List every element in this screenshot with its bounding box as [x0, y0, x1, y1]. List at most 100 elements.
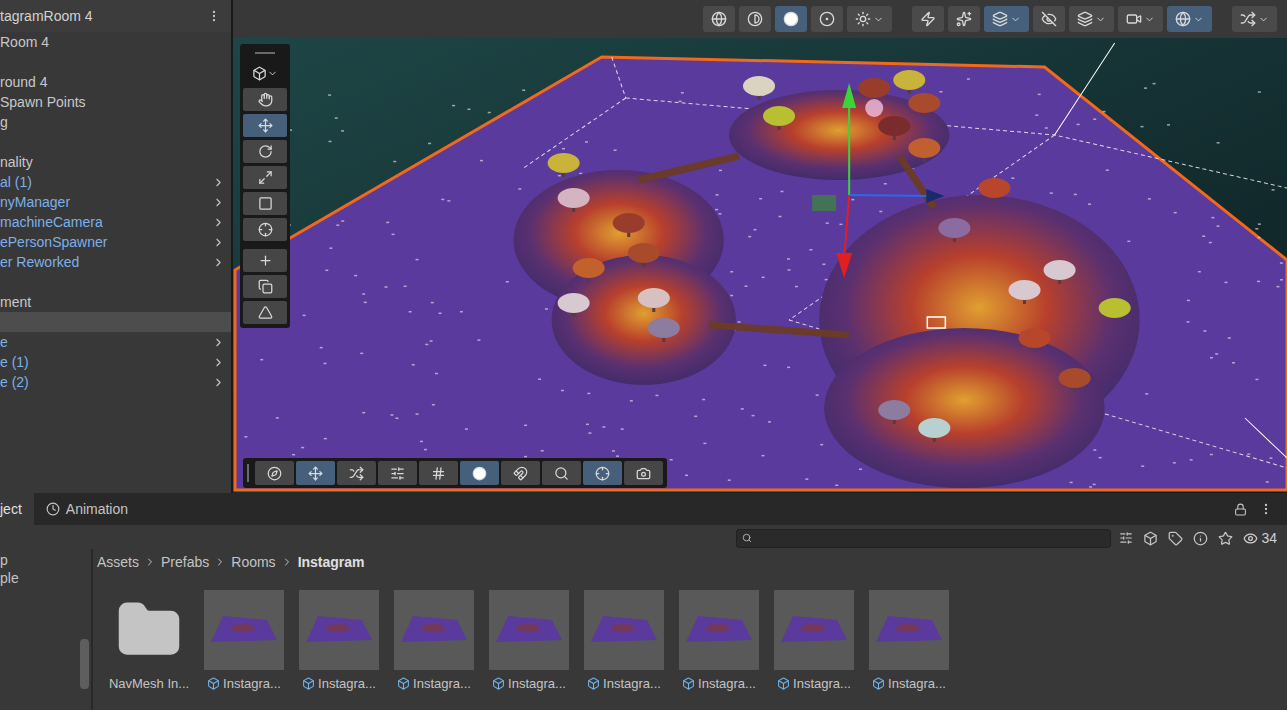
asset-tile[interactable]: Instagra... [679, 590, 759, 694]
hierarchy-item[interactable]: er Reworked [0, 252, 231, 272]
scene-toolbar-button[interactable] [847, 6, 892, 32]
menu-icon[interactable] [1259, 502, 1273, 516]
tree-item[interactable]: p [0, 551, 77, 569]
hierarchy-item[interactable]: ePersonSpawner [0, 232, 231, 252]
hierarchy-item[interactable] [0, 272, 231, 292]
overlay-button[interactable] [583, 461, 622, 485]
hierarchy-item[interactable]: g [0, 112, 231, 132]
visible-count[interactable]: 34 [1243, 528, 1277, 549]
log-filter-icon[interactable] [1193, 531, 1208, 546]
overlay-button[interactable] [501, 461, 540, 485]
scene-toolbar-button[interactable] [948, 6, 980, 32]
hierarchy-item[interactable] [0, 132, 231, 152]
scene-toolbar-button[interactable] [811, 6, 843, 32]
tool-mode-dropdown[interactable] [252, 61, 278, 85]
asset-tile[interactable]: Instagra... [869, 590, 949, 694]
asset-tile[interactable]: Instagra... [489, 590, 569, 694]
open-prefab-icon[interactable] [212, 356, 225, 369]
tool-button[interactable] [243, 301, 287, 324]
asset-tile[interactable]: Instagra... [584, 590, 664, 694]
overlay-button[interactable] [460, 461, 499, 485]
open-prefab-icon[interactable] [212, 216, 225, 229]
overlay-button[interactable] [378, 461, 417, 485]
scene-render[interactable] [233, 38, 1287, 493]
tool-button[interactable] [243, 275, 287, 298]
open-prefab-icon[interactable] [212, 196, 225, 209]
tool-button[interactable] [243, 166, 287, 189]
tool-button[interactable] [243, 192, 287, 215]
open-prefab-icon[interactable] [212, 176, 225, 189]
scene-toolbar-button[interactable] [1232, 6, 1277, 32]
project-body: 34 pple Assets Prefabs Rooms Instagram NavMesh… [0, 525, 1287, 710]
open-prefab-icon[interactable] [212, 256, 225, 269]
tree-scrollbar[interactable] [77, 549, 91, 710]
label-filter-icon[interactable] [1168, 531, 1183, 546]
overlay-grip[interactable] [247, 464, 249, 482]
project-tab[interactable]: ject [0, 493, 34, 525]
hierarchy-item[interactable]: Room 4 [0, 32, 231, 52]
overlay-button[interactable] [255, 461, 294, 485]
lock-icon[interactable] [1234, 503, 1247, 516]
favorites-icon[interactable] [1218, 531, 1233, 546]
hierarchy-item[interactable]: nyManager [0, 192, 231, 212]
scene-toolbar-button[interactable] [739, 6, 771, 32]
asset-tile[interactable]: NavMesh In... [109, 590, 189, 694]
open-prefab-icon[interactable] [212, 236, 225, 249]
breadcrumb-item[interactable]: Prefabs [161, 552, 209, 573]
tree-item[interactable]: ple [0, 569, 77, 587]
tool-button[interactable] [243, 114, 287, 137]
search-field[interactable] [736, 529, 1111, 548]
tool-button[interactable] [243, 88, 287, 111]
scene-toolbar-button[interactable] [1167, 6, 1212, 32]
prefab-icon [492, 677, 505, 690]
tool-button[interactable] [243, 249, 287, 272]
type-filter-icon[interactable] [1143, 531, 1158, 546]
tool-button[interactable] [243, 140, 287, 163]
hierarchy-item[interactable]: ment [0, 292, 231, 312]
overlay-button[interactable] [624, 461, 663, 485]
scene-viewport[interactable] [233, 38, 1287, 493]
hierarchy-item[interactable]: e (2) [0, 372, 231, 392]
palette-grip[interactable] [255, 52, 275, 54]
asset-tile[interactable]: Instagra... [394, 590, 474, 694]
hierarchy-item[interactable]: Spawn Points [0, 92, 231, 112]
breadcrumb-separator-icon [144, 556, 156, 568]
overlay-button[interactable] [419, 461, 458, 485]
scene-toolbar-button[interactable] [1069, 6, 1114, 32]
hierarchy-item[interactable]: nality [0, 152, 231, 172]
island-top [729, 90, 949, 180]
asset-tile[interactable]: Instagra... [299, 590, 379, 694]
menu-icon[interactable] [207, 9, 221, 23]
asset-browser: Assets Prefabs Rooms Instagram NavMesh In...… [93, 549, 1287, 710]
filter-icon[interactable] [1119, 531, 1133, 545]
hierarchy-item[interactable] [0, 52, 231, 72]
lighting-icon [855, 11, 871, 27]
scene-toolbar-button[interactable] [703, 6, 735, 32]
overlay-button[interactable] [296, 461, 335, 485]
project-tab[interactable]: Animation [34, 493, 140, 525]
breadcrumb-item[interactable]: Rooms [231, 552, 275, 573]
hierarchy-header: tagramRoom 4 [0, 0, 231, 32]
breadcrumb-item[interactable]: Assets [97, 552, 139, 573]
hierarchy-item[interactable]: e [0, 332, 231, 352]
hierarchy-item[interactable]: machineCamera [0, 212, 231, 232]
overlay-button[interactable] [337, 461, 376, 485]
scene-toolbar-button[interactable] [912, 6, 944, 32]
breadcrumb-item[interactable]: Instagram [298, 552, 365, 573]
scene-toolbar-button[interactable] [775, 6, 807, 32]
overlay-button[interactable] [542, 461, 581, 485]
scene-toolbar-button[interactable] [1118, 6, 1163, 32]
hierarchy-item[interactable] [0, 312, 231, 332]
asset-tile[interactable]: Instagra... [204, 590, 284, 694]
hierarchy-item[interactable]: al (1) [0, 172, 231, 192]
hierarchy-item[interactable]: round 4 [0, 72, 231, 92]
open-prefab-icon[interactable] [212, 376, 225, 389]
hierarchy-item[interactable]: e (1) [0, 352, 231, 372]
open-prefab-icon[interactable] [212, 336, 225, 349]
tool-button[interactable] [243, 218, 287, 241]
asset-tile[interactable]: Instagra... [774, 590, 854, 694]
scene-toolbar-button[interactable] [1033, 6, 1065, 32]
increment-icon [349, 466, 364, 481]
scene-toolbar-button[interactable] [984, 6, 1029, 32]
asset-label: Instagra... [413, 674, 471, 694]
